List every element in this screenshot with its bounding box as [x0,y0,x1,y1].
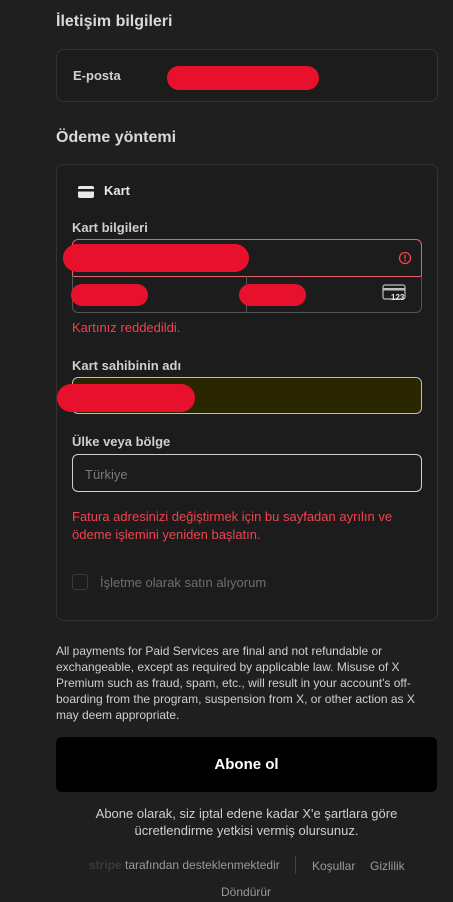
cvc-redacted [239,284,306,306]
payment-section-title: Ödeme yöntemi [56,129,177,146]
contact-section-title: İletişim bilgileri [56,13,173,30]
email-row: E-posta [56,49,438,102]
payment-card: Kart Kart bilgileri 123 Kartınız reddedi… [56,164,438,621]
cvc-input[interactable]: 123 [239,276,422,313]
email-label: E-posta [73,68,121,83]
payment-method-label: Kart [104,183,131,198]
card-number-input[interactable] [63,239,422,277]
cvc-icon-text: 123 [391,293,405,302]
subscribe-button-label: Abone ol [214,756,279,773]
card-info-label: Kart bilgileri [72,220,148,235]
privacy-link[interactable]: Gizlilik [370,859,405,873]
card-error-text: Kartınız reddedildi. [72,320,181,335]
stripe-logo[interactable]: stripe [89,858,122,872]
cardholder-label: Kart sahibinin adı [72,358,182,373]
cvc-card-icon: 123 [382,284,408,302]
credit-card-icon [78,185,94,198]
consent-text: Abone olarak, siz iptal edene kadar X'e … [95,806,398,838]
powered-by-text: tarafından desteklenmektedir [125,858,280,872]
subscribe-button[interactable]: Abone ol [56,737,437,792]
email-value-redacted [167,66,319,90]
returns-link[interactable]: Döndürür [221,885,271,899]
terms-link[interactable]: Koşullar [312,859,355,873]
country-input[interactable]: Türkiye [72,454,422,492]
card-number-redacted [63,244,249,272]
expiry-redacted [71,284,148,306]
disclaimer-text: All payments for Paid Services are final… [56,644,415,722]
business-checkbox[interactable] [72,574,88,590]
address-warning-text: Fatura adresinizi değiştirmek için bu sa… [72,509,393,542]
cardholder-redacted [57,384,195,412]
country-label: Ülke veya bölge [72,434,171,449]
business-checkbox-label: İşletme olarak satın alıyorum [100,575,267,590]
expiry-input[interactable] [71,276,247,313]
country-value: Türkiye [85,467,128,482]
cardholder-input[interactable] [57,377,422,414]
card-info-group: 123 [63,239,422,313]
footer-divider [295,856,296,874]
error-icon [398,251,412,265]
